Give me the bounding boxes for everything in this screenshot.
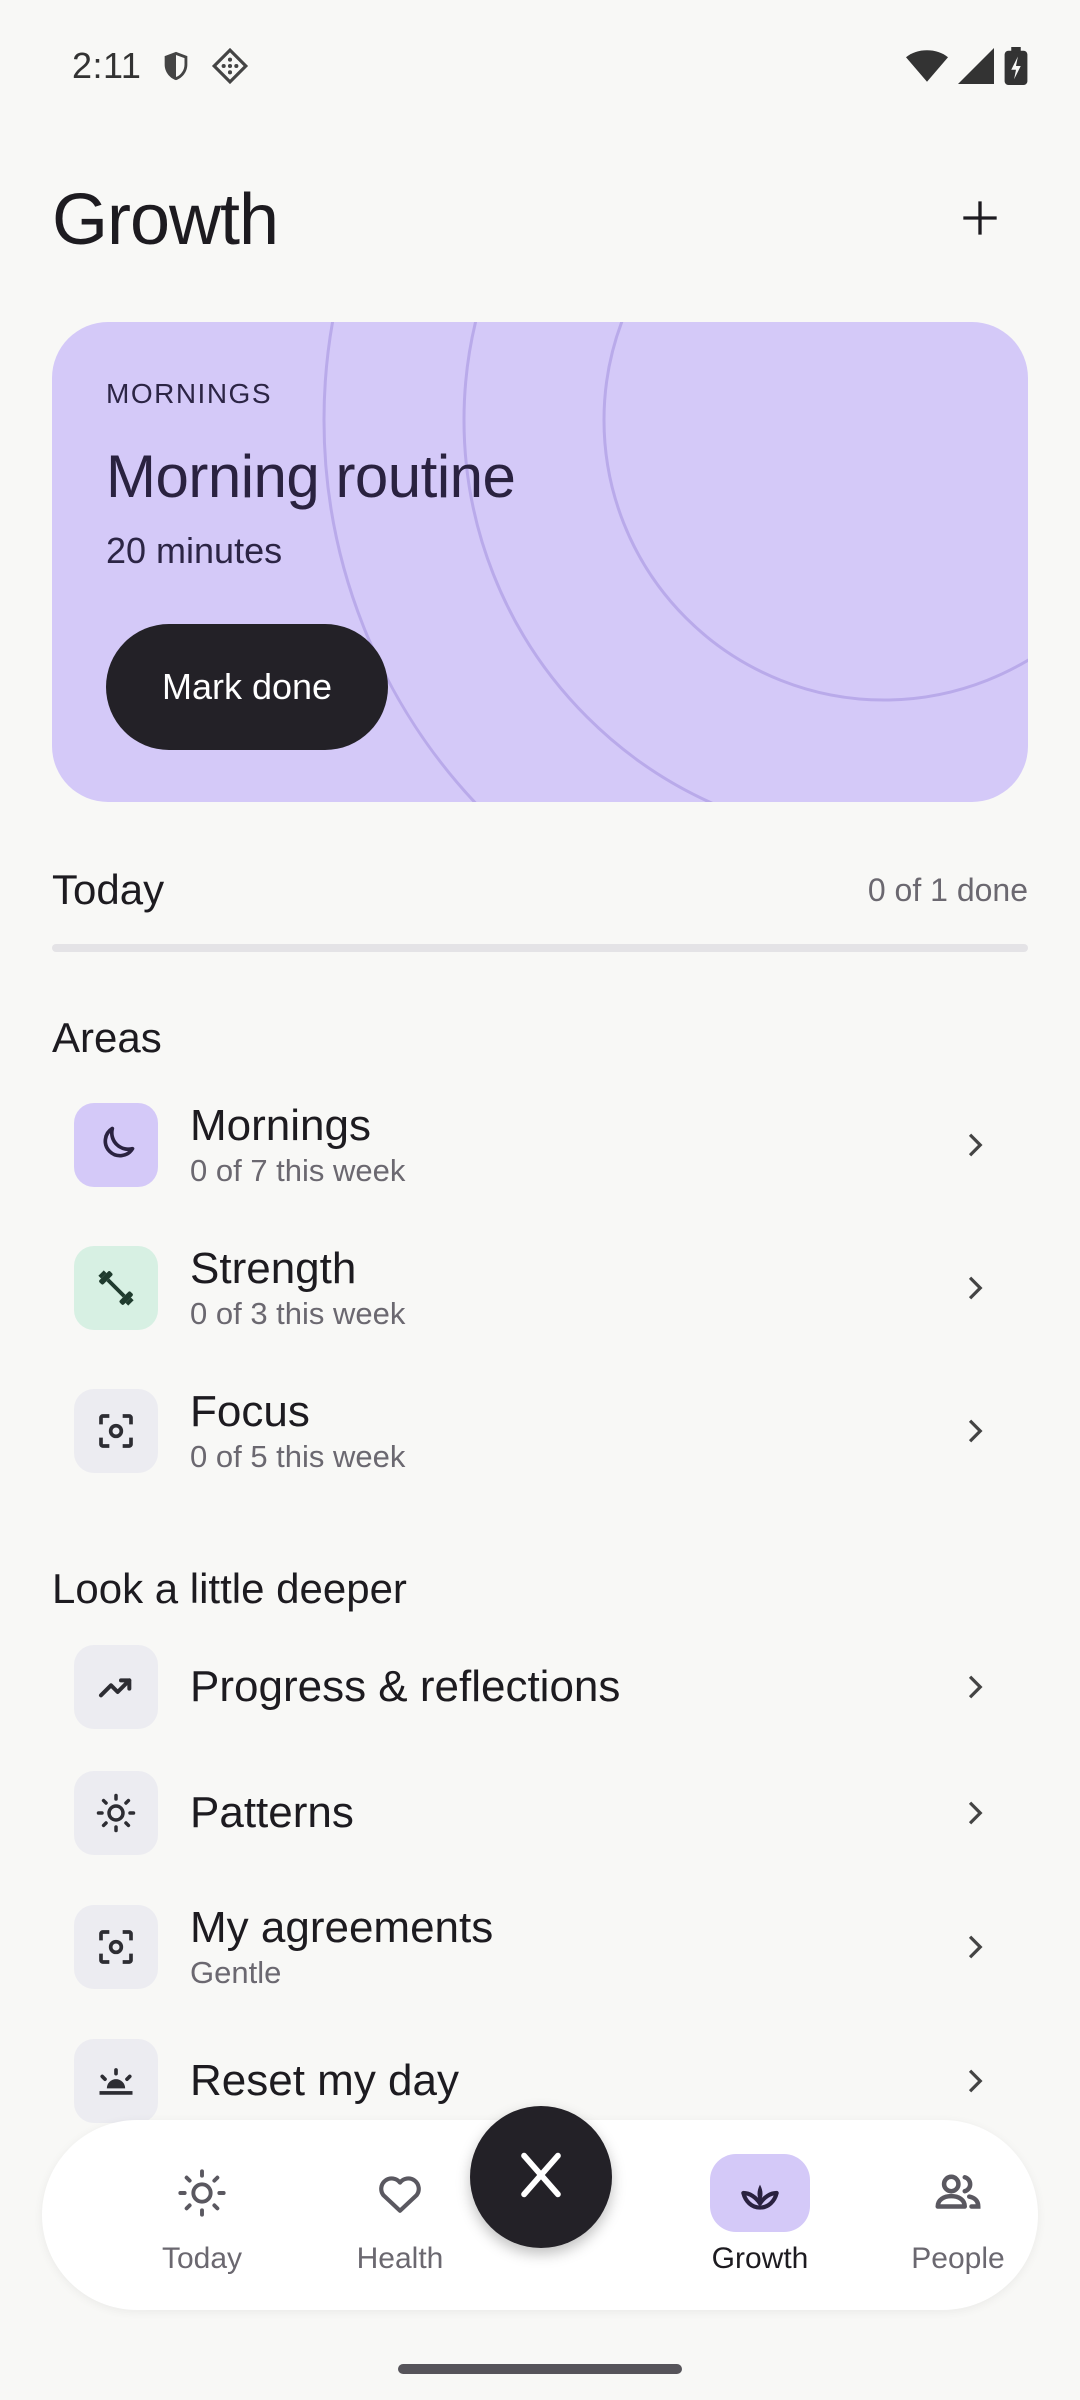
area-subtitle: 0 of 3 this week bbox=[190, 1296, 406, 1332]
dumbbell-icon bbox=[74, 1246, 158, 1330]
area-title: Strength bbox=[190, 1243, 357, 1293]
home-indicator[interactable] bbox=[398, 2364, 682, 2374]
area-title: Focus bbox=[190, 1386, 310, 1436]
deeper-item-title: Reset my day bbox=[190, 2055, 459, 2105]
sunrise-icon bbox=[74, 2039, 158, 2123]
area-subtitle: 0 of 5 this week bbox=[190, 1439, 406, 1475]
area-item-strength[interactable]: Strength 0 of 3 this week bbox=[52, 1223, 1028, 1353]
deeper-item-progress[interactable]: Progress & reflections bbox=[52, 1622, 1028, 1752]
chevron-right-icon bbox=[954, 1791, 998, 1835]
sun-icon bbox=[152, 2154, 252, 2232]
hero-card[interactable]: MORNINGS Morning routine 20 minutes Mark… bbox=[52, 322, 1028, 802]
chevron-right-icon bbox=[954, 1409, 998, 1453]
nav-item-people[interactable]: People bbox=[878, 2120, 1038, 2310]
chevron-right-icon bbox=[954, 1925, 998, 1969]
area-item-focus[interactable]: Focus 0 of 5 this week bbox=[52, 1366, 1028, 1496]
people-icon bbox=[908, 2154, 1008, 2232]
area-subtitle: 0 of 7 this week bbox=[190, 1153, 406, 1189]
header: Growth bbox=[52, 170, 1028, 270]
areas-title: Areas bbox=[52, 1014, 162, 1061]
today-progress-bar bbox=[52, 944, 1028, 952]
center-focus-icon bbox=[74, 1905, 158, 1989]
deeper-item-patterns[interactable]: Patterns bbox=[52, 1748, 1028, 1878]
today-label: Today bbox=[52, 866, 165, 913]
deeper-title: Look a little deeper bbox=[52, 1565, 407, 1612]
nav-label: Today bbox=[161, 2242, 243, 2275]
heart-icon bbox=[350, 2154, 450, 2232]
nav-item-growth[interactable]: Growth bbox=[680, 2120, 840, 2310]
sun-icon bbox=[74, 1771, 158, 1855]
nav-item-health[interactable]: Health bbox=[320, 2120, 480, 2310]
wifi-icon bbox=[906, 48, 948, 84]
battery-charging-icon bbox=[1004, 47, 1028, 85]
plus-icon bbox=[960, 198, 1000, 243]
hero-eyebrow: MORNINGS bbox=[106, 378, 272, 409]
center-focus-icon bbox=[74, 1389, 158, 1473]
today-count: 0 of 1 done bbox=[867, 871, 1028, 908]
area-item-mornings[interactable]: Mornings 0 of 7 this week bbox=[52, 1080, 1028, 1210]
shield-icon bbox=[159, 47, 193, 85]
chevron-right-icon bbox=[954, 2059, 998, 2103]
page-title: Growth bbox=[52, 180, 279, 260]
chevron-right-icon bbox=[954, 1123, 998, 1167]
deeper-item-title: My agreements bbox=[190, 1902, 494, 1952]
today-row: Today 0 of 1 done bbox=[52, 860, 1028, 920]
trending-up-icon bbox=[74, 1645, 158, 1729]
moon-icon bbox=[74, 1103, 158, 1187]
close-fab-button[interactable] bbox=[470, 2106, 612, 2248]
hero-title: Morning routine bbox=[106, 443, 516, 510]
hero-duration: 20 minutes bbox=[106, 530, 283, 571]
status-bar: 2:11 bbox=[0, 0, 1080, 132]
status-time: 2:11 bbox=[72, 45, 142, 86]
deeper-item-subtitle: Gentle bbox=[190, 1955, 282, 1991]
sprout-icon bbox=[710, 2154, 810, 2232]
chevron-right-icon bbox=[954, 1266, 998, 1310]
deeper-item-title: Progress & reflections bbox=[190, 1661, 621, 1711]
signal-icon bbox=[958, 48, 994, 84]
close-icon bbox=[512, 2146, 570, 2209]
add-button[interactable] bbox=[932, 172, 1028, 268]
nav-item-today[interactable]: Today bbox=[122, 2120, 282, 2310]
nav-label: Growth bbox=[711, 2242, 809, 2275]
nav-label: Health bbox=[356, 2242, 444, 2275]
area-title: Mornings bbox=[190, 1100, 371, 1150]
chevron-right-icon bbox=[954, 1665, 998, 1709]
nav-label: People bbox=[911, 2242, 1005, 2275]
deeper-item-title: Patterns bbox=[190, 1787, 354, 1837]
deeper-item-agreements[interactable]: My agreements Gentle bbox=[52, 1882, 1028, 2012]
dice-icon bbox=[211, 47, 249, 85]
mark-done-button[interactable]: Mark done bbox=[106, 624, 388, 750]
